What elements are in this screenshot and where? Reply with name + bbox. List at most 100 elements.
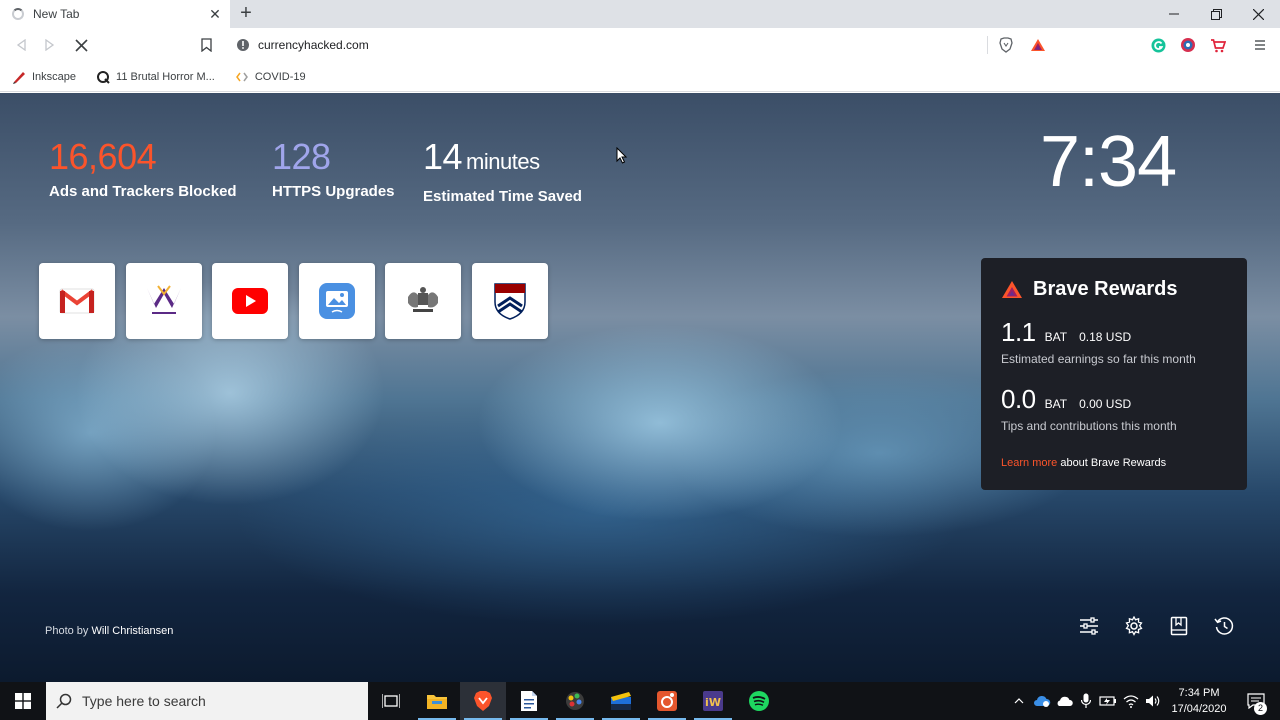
address-bar-divider [987, 36, 988, 54]
brave-lion-icon [999, 37, 1013, 53]
shopping-extension-button[interactable] [1206, 28, 1230, 62]
battery-charging-icon [1099, 696, 1116, 706]
minimize-button[interactable] [1152, 0, 1196, 28]
main-menu-button[interactable] [1248, 28, 1272, 62]
taskbar-word[interactable] [506, 682, 552, 720]
bookmark-book-icon [1170, 616, 1188, 636]
top-site-gmail[interactable] [39, 263, 115, 339]
action-center-button[interactable]: 2 [1236, 682, 1276, 720]
windows-logo-icon [15, 693, 31, 709]
taskbar-file-explorer[interactable] [414, 682, 460, 720]
history-clock-icon [1213, 617, 1233, 635]
time-saved-unit: minutes [466, 149, 540, 174]
earnings-description: Estimated earnings so far this month [1001, 352, 1196, 366]
bookmark-covid-19[interactable]: COVID-19 [235, 70, 306, 84]
show-hidden-icons-button[interactable] [1008, 682, 1030, 720]
learn-more-link[interactable]: Learn more [1001, 457, 1057, 469]
wifi-icon [1123, 695, 1139, 708]
new-tab-button[interactable]: + [236, 3, 256, 25]
tray-volume[interactable] [1142, 682, 1164, 720]
tray-network-cloud[interactable] [1031, 682, 1053, 720]
tab-new-tab[interactable]: New Tab ✕ [0, 0, 230, 28]
address-bar[interactable]: currencyhacked.com [232, 32, 1054, 58]
back-button[interactable] [9, 28, 33, 62]
brave-shields-button[interactable] [994, 28, 1018, 62]
screen: New Tab ✕ + currencyhacked.com Inkscape … [0, 0, 1280, 720]
taskbar-clock[interactable]: 7:34 PM 17/04/2020 [1168, 685, 1230, 717]
film-clapper-icon [611, 692, 631, 710]
taskbar-iw-app[interactable]: iW [690, 682, 736, 720]
photo-credit: Photo by Will Christiansen [45, 625, 173, 637]
tab-close-icon[interactable]: ✕ [204, 6, 226, 23]
ntp-clock: 7:34 [1040, 122, 1177, 202]
top-site-photo-app[interactable] [298, 263, 375, 339]
brave-rewards-button[interactable] [1026, 28, 1050, 62]
customize-dashboard-button[interactable] [1076, 613, 1102, 639]
grammarly-icon [1151, 38, 1165, 52]
taskbar-brave-browser[interactable] [460, 682, 506, 720]
bookmark-label: Inkscape [32, 70, 77, 83]
code-brackets-icon [235, 70, 249, 84]
taskbar-search-box[interactable]: Type here to search [46, 682, 368, 720]
taskbar-paint-app[interactable] [552, 682, 598, 720]
stat-ads-blocked: 16,604 Ads and Trackers Blocked [49, 137, 237, 201]
forward-arrow-icon [45, 39, 55, 51]
bookmark-horror-article[interactable]: 11 Brutal Horror M... [96, 70, 215, 84]
bookmarks-manager-button[interactable] [1166, 613, 1192, 639]
bookmark-page-button[interactable] [194, 28, 218, 62]
close-window-button[interactable] [1236, 0, 1280, 28]
restore-button[interactable] [1194, 0, 1238, 28]
coat-of-arms-icon [408, 287, 438, 312]
start-button[interactable] [0, 682, 46, 720]
mouse-cursor-icon [616, 147, 628, 164]
bat-triangle-icon [1031, 39, 1045, 51]
institute-logo-icon [146, 285, 181, 314]
taskbar-screen-recorder[interactable] [644, 682, 690, 720]
settings-button[interactable] [1121, 613, 1147, 639]
tray-onedrive[interactable] [1053, 682, 1075, 720]
tray-wifi[interactable] [1120, 682, 1142, 720]
windows-taskbar: Type here to search iW 7:34 PM 17/04/202… [0, 682, 1280, 720]
new-tab-page: 16,604 Ads and Trackers Blocked 128 HTTP… [0, 93, 1280, 682]
paint-palette-icon [566, 692, 584, 710]
learn-more-suffix: about Brave Rewards [1060, 457, 1167, 469]
tray-microphone[interactable] [1075, 682, 1097, 720]
brave-browser-icon [474, 691, 492, 711]
history-button[interactable] [1211, 613, 1237, 639]
tray-battery[interactable] [1097, 682, 1119, 720]
speaker-volume-icon [1146, 695, 1160, 707]
top-site-institute[interactable] [125, 263, 202, 339]
brave-rewards-widget: Brave Rewards 1.1 BAT 0.18 USD Estimated… [981, 258, 1247, 490]
task-view-button[interactable] [368, 682, 414, 720]
stop-loading-button[interactable] [69, 28, 93, 62]
bookmark-inkscape[interactable]: Inkscape [12, 70, 76, 84]
inkscape-icon [12, 70, 26, 84]
time-saved-label: Estimated Time Saved [423, 188, 582, 205]
ads-blocked-label: Ads and Trackers Blocked [49, 183, 237, 200]
extension-button-2[interactable] [1176, 28, 1200, 62]
https-upgrades-label: HTTPS Upgrades [272, 183, 395, 200]
url-text: currencyhacked.com [258, 38, 369, 52]
gmail-icon [59, 288, 95, 314]
sliders-icon [1080, 617, 1098, 635]
bookmark-label: COVID-19 [254, 70, 306, 83]
shopping-cart-icon [1211, 38, 1226, 52]
rewards-title: Brave Rewards [1033, 278, 1178, 300]
taskbar-media-app[interactable] [598, 682, 644, 720]
iw-app-icon: iW [703, 691, 723, 711]
https-upgrades-count: 128 [272, 136, 331, 177]
chevron-up-icon [1014, 698, 1024, 704]
grammarly-extension-button[interactable] [1146, 28, 1170, 62]
top-site-youtube[interactable] [212, 263, 288, 339]
tips-description: Tips and contributions this month [1001, 419, 1177, 433]
bookmarks-bar: Inkscape 11 Brutal Horror M... COVID-19 [0, 62, 1280, 92]
top-site-penn[interactable] [471, 263, 548, 339]
taskbar-spotify[interactable] [736, 682, 782, 720]
photo-credit-author-link[interactable]: Will Christiansen [91, 625, 173, 637]
bookmark-icon [200, 38, 212, 52]
recorder-icon [657, 691, 677, 711]
svg-text:iW: iW [705, 696, 721, 709]
top-site-gov-au[interactable] [385, 263, 461, 339]
stat-time-saved: 14 minutes Estimated Time Saved [423, 137, 582, 206]
forward-button[interactable] [38, 28, 62, 62]
